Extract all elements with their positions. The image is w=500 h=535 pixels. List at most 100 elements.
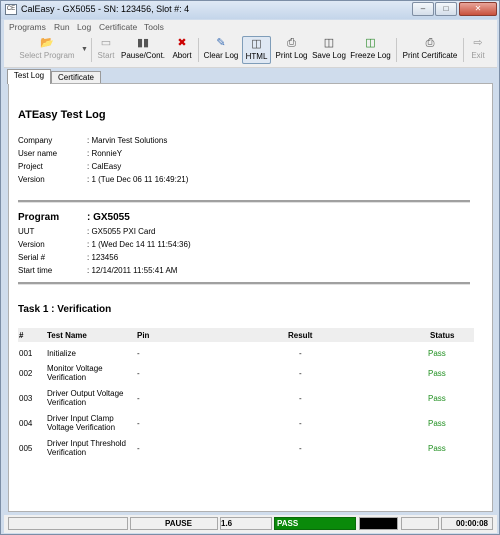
menu-log[interactable]: Log <box>77 22 91 32</box>
row-number: 005 <box>19 444 33 453</box>
field-label: User name <box>18 149 58 158</box>
field-label: Company <box>18 136 53 145</box>
row-status: Pass <box>428 419 446 428</box>
task-title: Task 1 : Verification <box>18 304 112 315</box>
row-result: - <box>299 419 302 428</box>
field-value: : 12/14/2011 11:55:41 AM <box>87 266 178 275</box>
row-pin: - <box>137 349 140 358</box>
table-row: 004 Driver Input Clamp Voltage Verificatio… <box>18 414 474 436</box>
divider <box>18 200 470 203</box>
row-number: 001 <box>19 349 33 358</box>
status-black-pane <box>359 517 398 530</box>
toolbar: 📂 Select Program ▼ ▭ Start ▮▮ Pause/Cont… <box>4 34 497 68</box>
print-certificate-button[interactable]: ⎙ Print Certificate <box>400 36 460 64</box>
row-pin: - <box>137 419 140 428</box>
tab-certificate[interactable]: Certificate <box>51 71 101 83</box>
test-name: Monitor Voltage <box>47 364 103 373</box>
printer-icon: ⎙ <box>425 37 435 49</box>
toolbar-separator <box>463 38 464 62</box>
maximize-button[interactable]: □ <box>435 2 457 16</box>
row-status: Pass <box>428 394 446 403</box>
column-header: Result <box>288 331 313 340</box>
table-row: 005 Driver Input Threshold Verification - - P… <box>18 439 474 461</box>
field-label: Start time <box>18 266 53 275</box>
test-name: Verification <box>47 448 87 457</box>
row-number: 003 <box>19 394 33 403</box>
toolbar-separator <box>91 38 92 62</box>
row-pin: - <box>137 394 140 403</box>
app-icon: CE <box>5 4 17 15</box>
menu-tools[interactable]: Tools <box>144 22 164 32</box>
status-pane-number: 1.6 <box>220 517 272 530</box>
status-pane-timer: 00:00:08 <box>441 517 493 530</box>
pass-indicator-label: PASS <box>277 519 299 528</box>
row-pin: - <box>137 444 140 453</box>
column-header: Pin <box>137 331 150 340</box>
field-value: : 1 (Tue Dec 06 11 16:49:21) <box>87 175 189 184</box>
print-log-button[interactable]: ⎙ Print Log <box>275 36 308 64</box>
abort-icon: ✖ <box>177 37 187 49</box>
field-value: : Marvin Test Solutions <box>87 136 168 145</box>
select-program-button[interactable]: 📂 Select Program <box>8 36 86 64</box>
menu-run[interactable]: Run <box>54 22 70 32</box>
elapsed-timer: 00:00:08 <box>455 519 488 528</box>
printer-icon: ⎙ <box>287 37 296 49</box>
divider <box>18 282 470 285</box>
column-header: Status <box>430 331 455 340</box>
save-log-button[interactable]: ◫ Save Log <box>312 36 346 64</box>
clear-log-icon: ✎ <box>216 37 226 49</box>
app-window: CE CalEasy - GX5055 - SN: 123456, Slot #… <box>0 0 500 535</box>
row-pin: - <box>137 369 140 378</box>
title-bar: CE CalEasy - GX5055 - SN: 123456, Slot #… <box>1 1 499 19</box>
field-label: Version <box>18 240 45 249</box>
menu-programs[interactable]: Programs <box>9 22 46 32</box>
table-row: 002 Monitor Voltage Verification - - Pass <box>18 364 474 386</box>
html-button[interactable]: ◫ HTML <box>242 36 271 64</box>
test-name: Voltage Verification <box>47 423 116 432</box>
program-label: Program <box>18 212 60 223</box>
freeze-icon: ◫ <box>365 37 376 49</box>
row-number: 004 <box>19 419 33 428</box>
menu-certificate[interactable]: Certificate <box>99 22 137 32</box>
log-view: ATEasy Test Log Company : Marvin Test Sol… <box>8 83 493 512</box>
status-pane-blank <box>401 517 439 530</box>
tab-test-log[interactable]: Test Log <box>7 69 51 84</box>
field-value: : RonnieY <box>87 149 123 158</box>
table-row: 003 Driver Output Voltage Verification - - Pa… <box>18 389 474 411</box>
field-value: : CalEasy <box>87 162 122 171</box>
pause-icon: ▮▮ <box>136 37 150 49</box>
row-status: Pass <box>428 349 446 358</box>
clear-log-button[interactable]: ✎ Clear Log <box>202 36 240 64</box>
pass-indicator: PASS <box>274 517 356 530</box>
row-result: - <box>299 349 302 358</box>
freeze-log-button[interactable]: ◫ Freeze Log <box>350 36 391 64</box>
open-folder-icon: 📂 <box>40 37 54 49</box>
row-status: Pass <box>428 369 446 378</box>
toolbar-separator <box>396 38 397 62</box>
program-value: : GX5055 <box>87 212 130 223</box>
field-label: Version <box>18 175 45 184</box>
status-number: 1.6 <box>221 519 233 528</box>
row-status: Pass <box>428 444 446 453</box>
minimize-button[interactable]: – <box>412 2 434 16</box>
exit-icon: ⇨ <box>473 37 483 49</box>
status-pane-state: PAUSE <box>130 517 218 530</box>
tab-strip: Test Log Certificate <box>4 69 497 84</box>
pause-continue-button[interactable]: ▮▮ Pause/Cont. <box>120 36 166 64</box>
test-name: Verification <box>47 373 87 382</box>
table-header: # Test Name Pin Result Status <box>18 328 474 342</box>
abort-button[interactable]: ✖ Abort <box>170 36 194 64</box>
status-bar: PAUSE 1.6 PASS 00:00:08 <box>4 515 497 533</box>
close-button[interactable]: ✕ <box>459 2 497 16</box>
status-pane-empty <box>8 517 128 530</box>
start-button[interactable]: ▭ Start <box>95 36 117 64</box>
field-label: UUT <box>18 227 35 236</box>
save-icon: ◫ <box>323 37 335 49</box>
dropdown-arrow-icon[interactable]: ▼ <box>81 46 88 53</box>
field-value: : GX5055 PXI Card <box>87 227 156 236</box>
log-title: ATEasy Test Log <box>18 109 106 121</box>
start-icon: ▭ <box>100 37 112 49</box>
window-title: CalEasy - GX5055 - SN: 123456, Slot #: 4 <box>21 4 190 14</box>
exit-button[interactable]: ⇨ Exit <box>466 36 490 64</box>
field-value: : 123456 <box>87 253 119 262</box>
